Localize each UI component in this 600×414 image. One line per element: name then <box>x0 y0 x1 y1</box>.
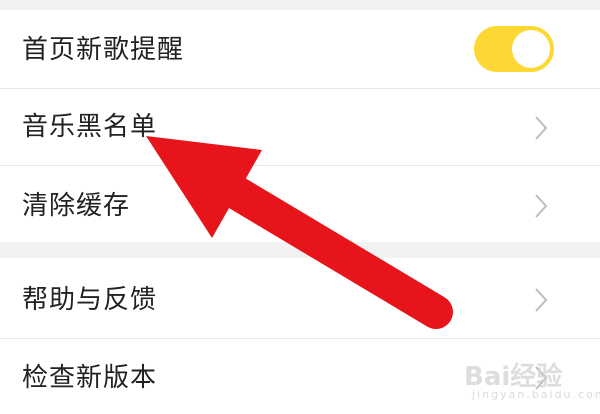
settings-row-label: 首页新歌提醒 <box>22 35 185 65</box>
settings-row-help-feedback[interactable]: 帮助与反馈 <box>0 258 600 338</box>
new-song-reminder-toggle[interactable] <box>474 26 554 72</box>
chevron-right-icon <box>535 194 548 218</box>
chevron-right-icon <box>535 288 548 312</box>
settings-row-label: 音乐黑名单 <box>22 112 158 142</box>
settings-row-label: 帮助与反馈 <box>22 285 158 315</box>
toggle-knob <box>512 30 550 68</box>
settings-row-music-blacklist[interactable]: 音乐黑名单 <box>0 89 600 165</box>
settings-row-new-song-reminder[interactable]: 首页新歌提醒 <box>0 10 600 88</box>
watermark-sub: jingyan.baidu.com <box>472 388 600 401</box>
settings-row-clear-cache[interactable]: 清除缓存 <box>0 166 600 242</box>
chevron-right-icon <box>535 116 548 140</box>
baidu-watermark: Bai经验 jingyan.baidu.com <box>458 350 600 410</box>
settings-row-label: 清除缓存 <box>22 191 131 221</box>
settings-row-label: 检查新版本 <box>22 363 158 393</box>
